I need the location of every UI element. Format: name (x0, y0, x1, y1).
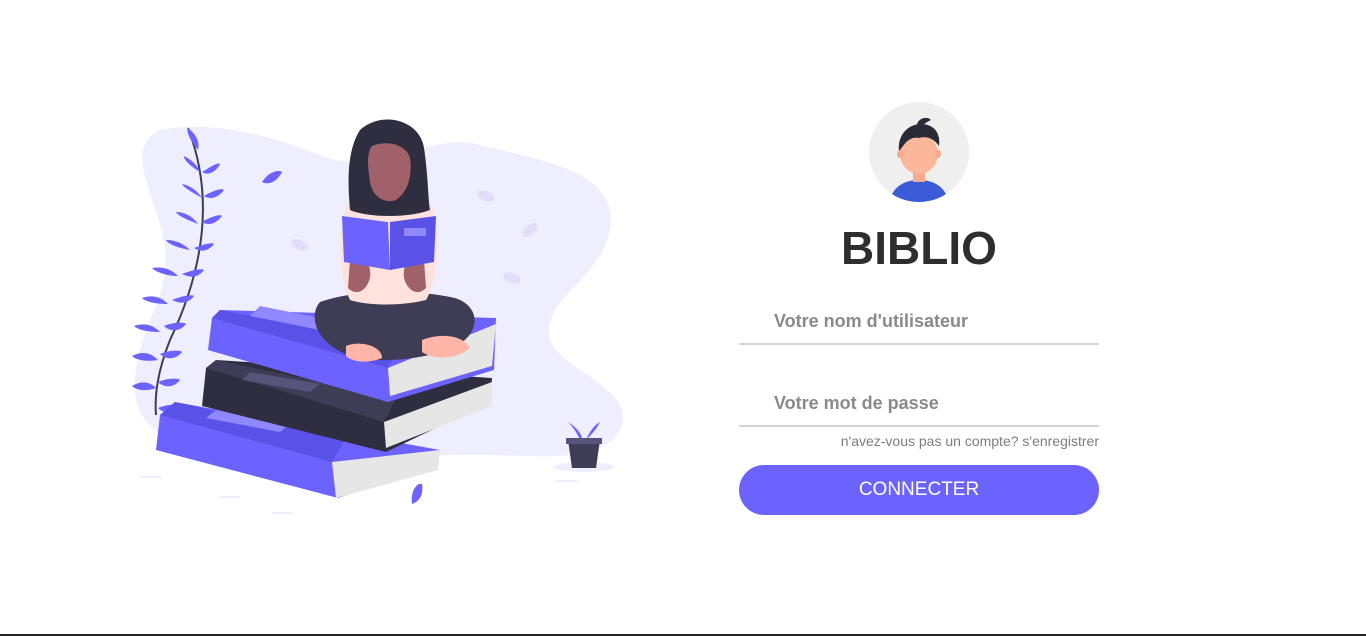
open-book-label (404, 228, 426, 236)
plant-pot-rim (566, 438, 602, 444)
open-book (390, 216, 436, 270)
register-link[interactable]: n'avez-vous pas un compte? s'enregistrer (841, 433, 1099, 449)
ground-mark (272, 512, 294, 514)
plant-pot (568, 440, 600, 468)
ground-mark (140, 476, 162, 478)
ground-mark (556, 480, 578, 482)
connect-button[interactable]: CONNECTER (739, 465, 1099, 515)
reading-illustration (132, 119, 624, 514)
open-book (342, 216, 390, 270)
brand-title: BIBLIO (841, 222, 997, 274)
login-page: BIBLIO n'avez-vous pas un compte? s'enre… (0, 0, 1366, 636)
ground-mark (218, 496, 240, 498)
user-avatar-icon (869, 102, 969, 202)
password-input[interactable] (739, 381, 1099, 427)
leaf-icon (411, 483, 423, 504)
username-input[interactable] (739, 299, 1099, 345)
